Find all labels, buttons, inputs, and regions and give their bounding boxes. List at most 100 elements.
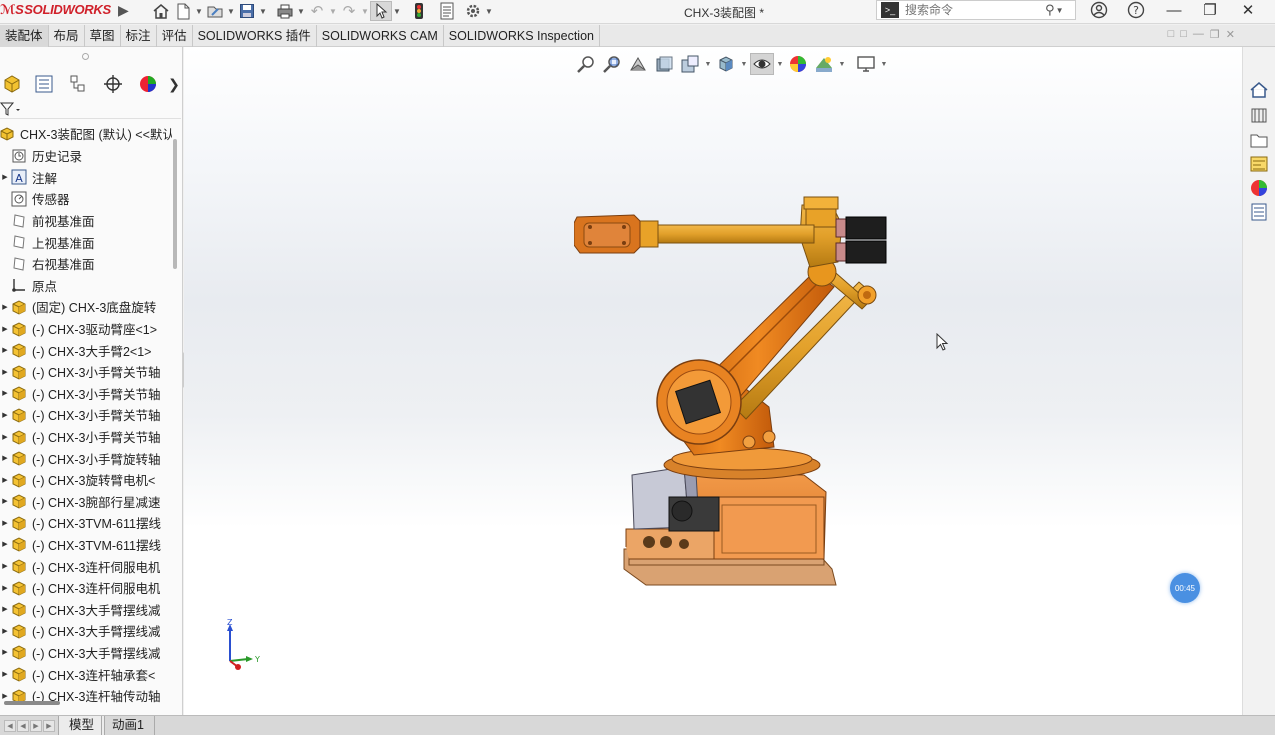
help-icon[interactable]: ?	[1120, 0, 1152, 20]
search-input[interactable]	[905, 3, 1045, 17]
tree-vertical-scrollbar[interactable]	[173, 139, 177, 269]
expand-arrow-icon[interactable]: ▶	[0, 346, 10, 354]
expand-arrow-icon[interactable]: ▶	[0, 368, 10, 376]
tree-item[interactable]: ▶ (-) CHX-3驱动臂座<1>	[0, 318, 172, 340]
restore-icon[interactable]: ❐	[1194, 0, 1226, 20]
save-icon[interactable]	[236, 1, 258, 21]
design-library-icon[interactable]	[1247, 104, 1271, 126]
solidworks-resources-home-icon[interactable]	[1247, 79, 1271, 101]
configuration-manager-tab-icon[interactable]	[64, 73, 92, 95]
dimxpert-tab-icon[interactable]	[99, 73, 127, 95]
command-search-box[interactable]: >_ ⚲ ▼	[876, 0, 1076, 20]
orientation-dropdown-icon[interactable]: ▼	[740, 61, 748, 68]
tree-item[interactable]: ▶ A 注解	[0, 167, 172, 189]
tree-item[interactable]: ▶ (-) CHX-3小手臂关节轴	[0, 361, 172, 383]
view-settings-dropdown-icon[interactable]: ▼	[880, 61, 888, 68]
view-orientation-icon[interactable]	[714, 53, 738, 75]
expand-arrow-icon[interactable]: ▶	[0, 433, 10, 441]
expand-arrow-icon[interactable]: ▶	[0, 454, 10, 462]
menu-expand-arrow-icon[interactable]: ▶	[118, 2, 129, 19]
solidworks-logo[interactable]: ℳS SOLIDWORKS	[0, 2, 111, 18]
doc-minimize-icon[interactable]: —	[1193, 28, 1204, 41]
tab-assembly[interactable]: 装配体	[0, 25, 49, 47]
tile-right-icon[interactable]: □	[1180, 28, 1187, 41]
new-dropdown-icon[interactable]: ▼	[194, 7, 204, 16]
open-dropdown-icon[interactable]: ▼	[226, 7, 236, 16]
recording-timer-badge[interactable]: 00:45	[1170, 573, 1200, 603]
tree-item[interactable]: ▶ (-) CHX-3大手臂摆线减	[0, 642, 172, 664]
tab-model[interactable]: 模型	[58, 716, 106, 735]
file-properties-icon[interactable]	[436, 1, 458, 21]
last-tab-icon[interactable]: ▶	[43, 720, 55, 732]
select-dropdown-icon[interactable]: ▼	[392, 7, 402, 16]
custom-properties-icon[interactable]	[1247, 201, 1271, 223]
expand-arrow-icon[interactable]: ▶	[0, 497, 10, 505]
save-dropdown-icon[interactable]: ▼	[258, 7, 268, 16]
tree-item[interactable]: ▶ (-) CHX-3大手臂摆线减	[0, 598, 172, 620]
tab-sketch[interactable]: 草图	[85, 25, 121, 47]
search-dropdown-icon[interactable]: ▼	[1055, 6, 1065, 15]
tab-solidworks-addins[interactable]: SOLIDWORKS 插件	[193, 25, 317, 47]
tree-item[interactable]: ▶ (-) CHX-3小手臂关节轴	[0, 404, 172, 426]
view-palette-icon[interactable]	[1247, 153, 1271, 175]
options-gear-icon[interactable]	[462, 1, 484, 21]
expand-arrow-icon[interactable]: ▶	[0, 389, 10, 397]
doc-close-icon[interactable]: ✕	[1226, 28, 1235, 41]
user-account-icon[interactable]	[1083, 0, 1115, 20]
display-style-dropdown-icon[interactable]: ▼	[776, 61, 784, 68]
expand-arrow-icon[interactable]: ▶	[0, 519, 10, 527]
expand-arrow-icon[interactable]: ▶	[0, 325, 10, 333]
tree-item[interactable]: ▶ (-) CHX-3连杆伺服电机	[0, 577, 172, 599]
edit-appearance-icon[interactable]	[786, 53, 810, 75]
previous-view-icon[interactable]	[626, 53, 650, 75]
expand-arrow-icon[interactable]: ▶	[0, 627, 10, 635]
undo-dropdown-icon[interactable]: ▼	[328, 7, 338, 16]
graphics-area[interactable]: ▼ ▼ ▼ ▼ ▼ Z Y 00:45	[184, 47, 1242, 715]
new-document-icon[interactable]	[172, 1, 194, 21]
home-icon[interactable]	[150, 1, 172, 21]
zoom-to-fit-icon[interactable]	[574, 53, 598, 75]
tree-item[interactable]: ▶ (-) CHX-3小手臂旋转轴	[0, 447, 172, 469]
next-tab-icon[interactable]: ▶	[30, 720, 42, 732]
expand-arrow-icon[interactable]: ▶	[0, 303, 10, 311]
view-settings-icon[interactable]	[854, 53, 878, 75]
tree-item[interactable]: ▶ (-) CHX-3腕部行星减速	[0, 491, 172, 513]
appearances-scenes-icon[interactable]	[1247, 177, 1271, 199]
tree-item[interactable]: ▶ (-) CHX-3TVM-611摆线	[0, 512, 172, 534]
print-dropdown-icon[interactable]: ▼	[296, 7, 306, 16]
tree-item[interactable]: 原点	[0, 275, 172, 297]
tab-evaluate[interactable]: 评估	[157, 25, 193, 47]
file-explorer-icon[interactable]	[1247, 129, 1271, 151]
redo-icon[interactable]: ↷	[338, 1, 360, 21]
tab-markup[interactable]: 标注	[121, 25, 157, 47]
tree-item[interactable]: ▶ (-) CHX-3连杆伺服电机	[0, 555, 172, 577]
section-view-icon[interactable]	[652, 53, 676, 75]
zoom-to-area-icon[interactable]	[600, 53, 624, 75]
tree-item[interactable]: ▶ (-) CHX-3旋转臂电机<	[0, 469, 172, 491]
tree-horizontal-scrollbar[interactable]	[4, 701, 60, 705]
minimize-icon[interactable]: —	[1158, 0, 1190, 20]
robot-arm-model[interactable]	[574, 177, 914, 597]
close-icon[interactable]: ✕	[1232, 0, 1264, 20]
expand-arrow-icon[interactable]: ▶	[0, 648, 10, 656]
tab-layout[interactable]: 布局	[49, 25, 85, 47]
view-dropdown-icon[interactable]: ▼	[704, 61, 712, 68]
tree-item[interactable]: ▶ (-) CHX-3连杆轴承套<	[0, 663, 172, 685]
panel-grip-icon[interactable]	[82, 53, 89, 60]
tree-item[interactable]: ▶ (-) CHX-3大手臂摆线减	[0, 620, 172, 642]
tree-item[interactable]: ▶ (-) CHX-3大手臂2<1>	[0, 339, 172, 361]
doc-restore-icon[interactable]: ❐	[1210, 28, 1220, 41]
scene-dropdown-icon[interactable]: ▼	[838, 61, 846, 68]
property-manager-tab-icon[interactable]	[30, 73, 58, 95]
more-tabs-chevron-icon[interactable]: ❯	[160, 73, 182, 95]
tree-item[interactable]: 前视基准面	[0, 210, 172, 232]
expand-arrow-icon[interactable]: ▶	[0, 476, 10, 484]
tree-item[interactable]: 传感器	[0, 188, 172, 210]
expand-arrow-icon[interactable]: ▶	[0, 670, 10, 678]
tree-item[interactable]: ▶ (固定) CHX-3底盘旋转	[0, 296, 172, 318]
expand-arrow-icon[interactable]: ▶	[0, 692, 10, 700]
tree-item[interactable]: 上视基准面	[0, 231, 172, 253]
expand-arrow-icon[interactable]: ▶	[0, 584, 10, 592]
tab-animation1[interactable]: 动画1	[101, 716, 155, 735]
rebuild-traffic-light-icon[interactable]	[408, 1, 430, 21]
